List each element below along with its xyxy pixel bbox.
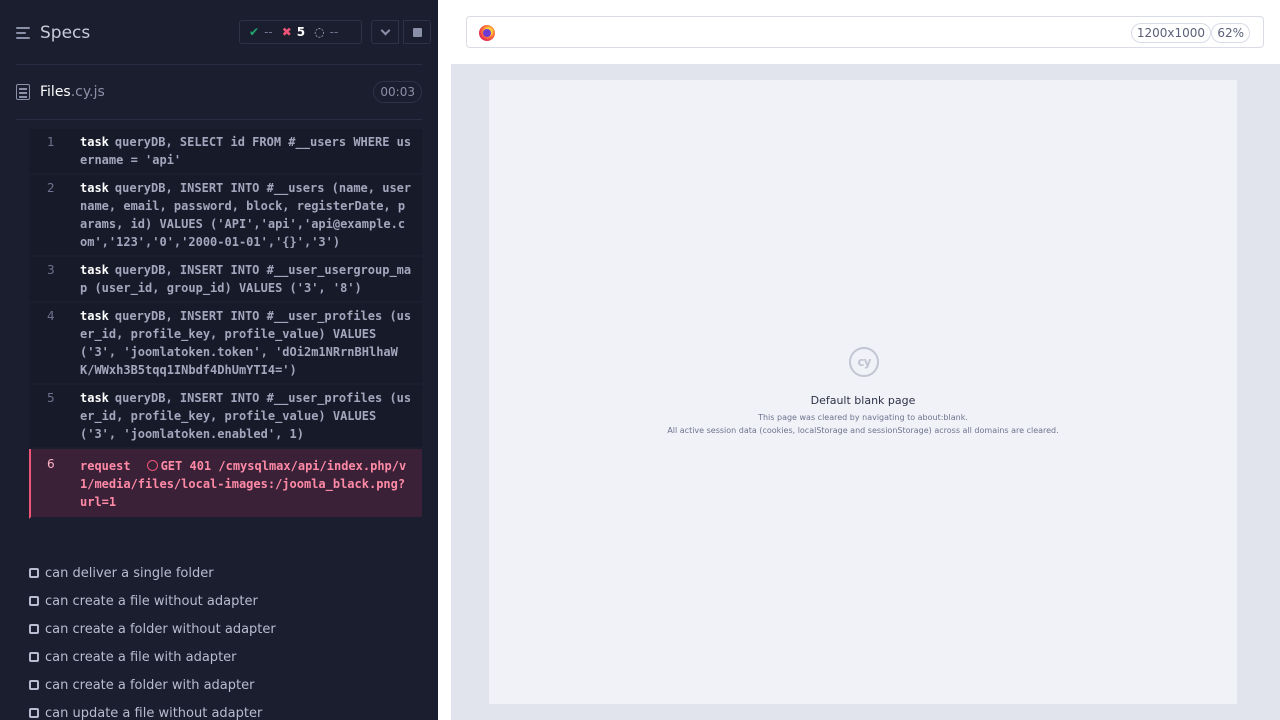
test-item[interactable]: can update a file without adapter (29, 699, 422, 720)
test-title: can update a file without adapter (45, 705, 263, 720)
passed-stat: ✔ -- (249, 25, 273, 39)
test-list: can deliver a single folder can create a… (29, 559, 422, 720)
test-item[interactable]: can create a file without adapter (29, 587, 422, 615)
stop-button[interactable] (403, 20, 431, 44)
blank-page-title: Default blank page (810, 394, 916, 407)
command-name: task (80, 181, 109, 195)
command-message: queryDB, INSERT INTO #__user_profiles (u… (80, 391, 412, 441)
command-name: task (80, 263, 109, 277)
pending-test-icon (29, 568, 39, 578)
duration-badge: 00:03 (373, 81, 422, 103)
command-name: request (80, 459, 131, 473)
test-item[interactable]: can deliver a single folder (29, 559, 422, 587)
checkmark-icon: ✔ (249, 25, 260, 39)
specs-label: Specs (40, 23, 91, 43)
aut-iframe: cy Default blank page This page was clea… (489, 80, 1237, 704)
failed-stat: ✖ 5 (282, 25, 305, 39)
test-item[interactable]: can create a file with adapter (29, 643, 422, 671)
testing-preferences-button[interactable] (371, 20, 399, 44)
failed-count: 5 (296, 25, 306, 39)
failed-command-row[interactable]: 6 request GET 401 /cmysqlmax/api/index.ph… (29, 449, 422, 519)
command-message: queryDB, INSERT INTO #__user_usergroup_m… (80, 263, 412, 295)
blank-page-line-1: This page was cleared by navigating to a… (758, 413, 968, 422)
divider (16, 64, 422, 65)
pending-test-icon (29, 596, 39, 606)
stop-icon (412, 27, 422, 37)
pending-test-icon (29, 624, 39, 634)
spec-file-header: Files .cy.js 00:03 (16, 80, 422, 104)
panel-resize-handle[interactable] (438, 0, 450, 720)
command-number: 4 (47, 309, 55, 323)
document-icon (16, 84, 30, 100)
command-number: 6 (47, 457, 55, 471)
pending-test-icon (29, 708, 39, 718)
viewport-size-badge[interactable]: 1200x1000 (1130, 23, 1211, 43)
command-log: 1 task queryDB, SELECT id FROM #__users W… (29, 129, 422, 519)
command-number: 1 (47, 135, 55, 149)
command-number: 3 (47, 263, 55, 277)
command-message: queryDB, SELECT id FROM #__users WHERE u… (80, 135, 412, 167)
command-message: queryDB, INSERT INTO #__user_profiles (u… (80, 309, 412, 377)
zoom-level-badge[interactable]: 62% (1211, 23, 1250, 43)
pending-test-icon (29, 680, 39, 690)
command-name: task (80, 135, 109, 149)
reporter-panel: Specs ✔ -- ✖ 5 ◌ -- Files .cy.js 00:03 1… (0, 0, 438, 720)
divider (16, 119, 422, 120)
blank-page-line-2: All active session data (cookies, localS… (667, 426, 1059, 435)
cypress-logo-icon: cy (849, 347, 879, 377)
reporter-header: Specs ✔ -- ✖ 5 ◌ -- (0, 0, 438, 64)
command-row[interactable]: 3 task queryDB, INSERT INTO #__user_userg… (29, 257, 422, 303)
command-row[interactable]: 2 task queryDB, INSERT INTO #__users (nam… (29, 175, 422, 257)
command-message: queryDB, INSERT INTO #__users (name, use… (80, 181, 412, 249)
test-title: can create a file with adapter (45, 649, 237, 665)
test-title: can create a folder without adapter (45, 621, 276, 637)
pending-test-icon (29, 652, 39, 662)
command-name: task (80, 309, 109, 323)
error-circle-icon (146, 460, 158, 471)
command-name: task (80, 391, 109, 405)
spec-file-extension: .cy.js (70, 84, 105, 100)
specs-toggle-button[interactable]: Specs (16, 20, 90, 46)
command-number: 2 (47, 181, 55, 195)
pending-count: -- (329, 25, 339, 39)
test-item[interactable]: can create a folder with adapter (29, 671, 422, 699)
spinner-icon: ◌ (314, 25, 325, 39)
hamburger-menu-icon (16, 27, 32, 39)
test-title: can create a folder with adapter (45, 677, 255, 693)
test-stats: ✔ -- ✖ 5 ◌ -- (239, 20, 362, 44)
command-number: 5 (47, 391, 55, 405)
chevron-down-icon (380, 25, 390, 35)
command-row[interactable]: 5 task queryDB, INSERT INTO #__user_profi… (29, 385, 422, 449)
passed-count: -- (264, 25, 273, 39)
test-title: can deliver a single folder (45, 565, 214, 581)
command-row[interactable]: 1 task queryDB, SELECT id FROM #__users W… (29, 129, 422, 175)
test-item[interactable]: can create a folder without adapter (29, 615, 422, 643)
firefox-icon (479, 25, 495, 41)
pending-stat: ◌ -- (314, 25, 338, 39)
browser-url-bar: 1200x1000 62% (466, 16, 1264, 48)
test-title: can create a file without adapter (45, 593, 258, 609)
spec-file-name: Files (40, 84, 71, 100)
command-row[interactable]: 4 task queryDB, INSERT INTO #__user_profi… (29, 303, 422, 385)
x-icon: ✖ (281, 25, 292, 39)
